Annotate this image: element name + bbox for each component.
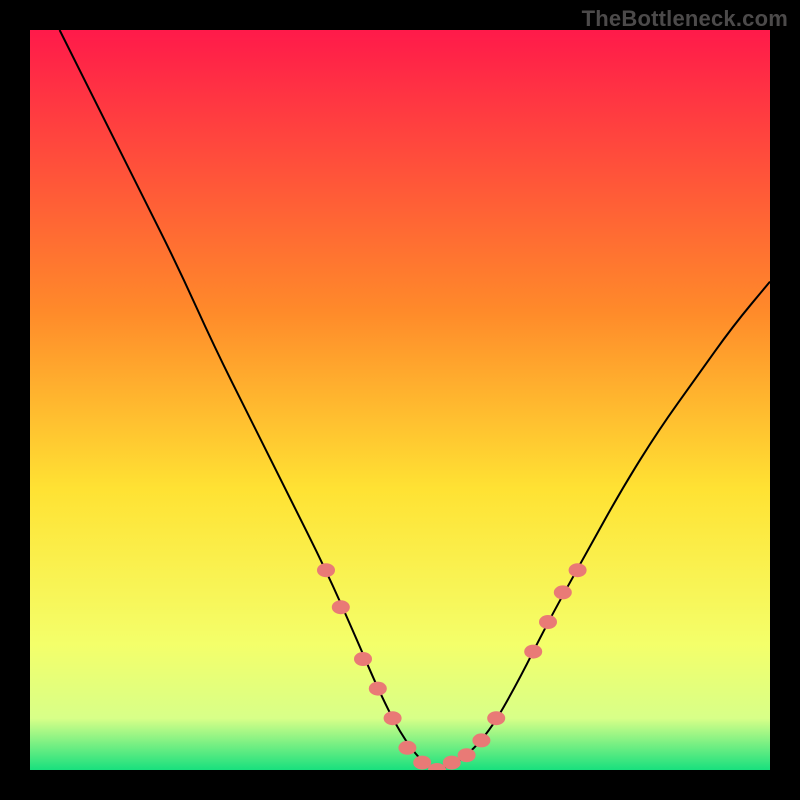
watermark-text: TheBottleneck.com [582,6,788,32]
curve-marker [487,711,505,725]
gradient-background [30,30,770,770]
curve-marker [458,748,476,762]
curve-marker [398,741,416,755]
curve-marker [524,645,542,659]
curve-marker [354,652,372,666]
curve-marker [384,711,402,725]
chart-frame: TheBottleneck.com [0,0,800,800]
curve-marker [369,682,387,696]
curve-marker [472,733,490,747]
curve-marker [569,563,587,577]
curve-marker [413,756,431,770]
curve-marker [317,563,335,577]
bottleneck-plot [30,30,770,770]
curve-marker [332,600,350,614]
curve-marker [443,756,461,770]
curve-marker [554,585,572,599]
curve-marker [539,615,557,629]
